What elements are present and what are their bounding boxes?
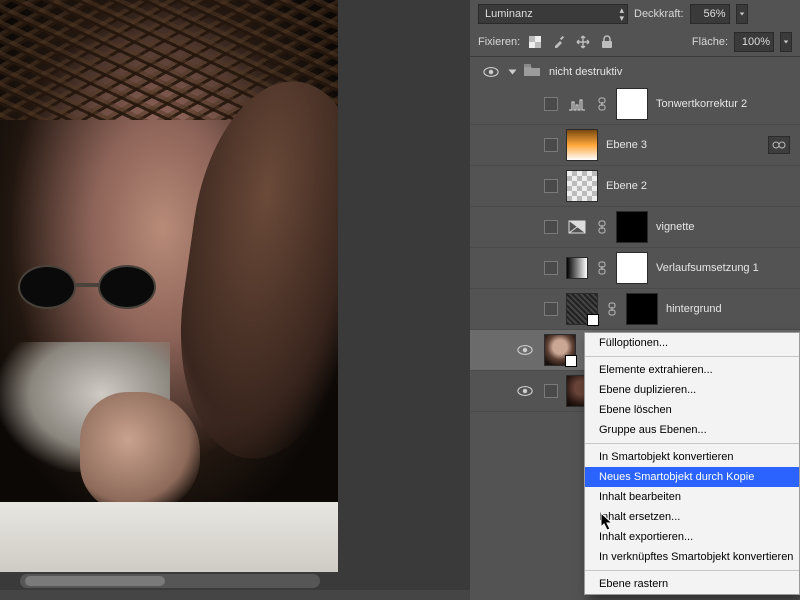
layer-mask-thumbnail[interactable] (626, 293, 658, 325)
visibility-toggle[interactable] (514, 385, 536, 397)
context-menu-item[interactable]: In verknüpftes Smartobjekt konvertieren (585, 547, 799, 567)
layer-name-label[interactable]: Ebene 3 (606, 139, 647, 151)
scrollbar-thumb[interactable] (25, 576, 165, 586)
layer-checkbox[interactable] (544, 179, 558, 193)
group-name[interactable]: nicht destruktiv (549, 66, 622, 78)
layer-row[interactable]: Ebene 3 (470, 125, 800, 166)
document-canvas[interactable] (0, 0, 338, 572)
lock-label: Fixieren: (478, 36, 520, 48)
context-menu-item[interactable]: Inhalt exportieren... (585, 527, 799, 547)
mask-link-icon[interactable] (606, 299, 618, 319)
exposure-icon (566, 218, 588, 236)
lock-transparency-icon[interactable] (526, 34, 544, 50)
layer-context-menu[interactable]: Fülloptionen...Elemente extrahieren...Eb… (584, 332, 800, 595)
layer-checkbox[interactable] (544, 138, 558, 152)
lock-all-icon[interactable] (598, 34, 616, 50)
layer-row[interactable]: vignette (470, 207, 800, 248)
layer-mask-thumbnail[interactable] (616, 252, 648, 284)
folder-icon (523, 63, 541, 80)
layer-name-label[interactable]: vignette (656, 221, 695, 233)
layer-name-label[interactable]: Tonwertkorrektur 2 (656, 98, 747, 110)
layer-thumbnail[interactable] (566, 129, 598, 161)
opacity-label: Deckkraft: (634, 8, 684, 20)
mask-link-icon[interactable] (596, 94, 608, 114)
layer-name-label[interactable]: Verlaufsumsetzung 1 (656, 262, 759, 274)
cursor-icon (600, 512, 614, 535)
layer-row[interactable]: Ebene 2 (470, 166, 800, 207)
context-menu-item[interactable]: In Smartobjekt konvertieren (585, 447, 799, 467)
layer-swatch (566, 257, 588, 279)
opacity-input[interactable] (690, 4, 730, 24)
document-image (0, 0, 338, 572)
layer-thumbnail[interactable] (566, 170, 598, 202)
layer-row[interactable]: Tonwertkorrektur 2 (470, 84, 800, 125)
context-menu-item[interactable]: Inhalt bearbeiten (585, 487, 799, 507)
blend-mode-select[interactable]: Luminanz (478, 4, 628, 24)
context-menu-item[interactable]: Inhalt ersetzen... (585, 507, 799, 527)
context-menu-item[interactable]: Fülloptionen... (585, 333, 799, 353)
fill-input[interactable] (734, 32, 774, 52)
layer-checkbox[interactable] (544, 302, 558, 316)
context-menu-item[interactable]: Ebene duplizieren... (585, 380, 799, 400)
canvas-area (0, 0, 470, 590)
layer-name-label[interactable]: Ebene 2 (606, 180, 647, 192)
curves-icon (566, 95, 588, 113)
mask-link-icon[interactable] (596, 217, 608, 237)
smart-filter-icon[interactable] (768, 136, 790, 154)
layer-row[interactable]: Verlaufsumsetzung 1 (470, 248, 800, 289)
context-menu-item[interactable]: Elemente extrahieren... (585, 360, 799, 380)
lock-move-icon[interactable] (574, 34, 592, 50)
layer-group-header[interactable]: nicht destruktiv (470, 57, 800, 84)
lock-paint-icon[interactable] (550, 34, 568, 50)
mask-link-icon[interactable] (596, 258, 608, 278)
layer-thumbnail[interactable] (566, 293, 598, 325)
layer-row[interactable]: hintergrund (470, 289, 800, 330)
context-menu-item[interactable]: Neues Smartobjekt durch Kopie (585, 467, 799, 487)
layer-name-label[interactable]: hintergrund (666, 303, 722, 315)
layer-checkbox[interactable] (544, 384, 558, 398)
canvas-horizontal-scrollbar[interactable] (20, 574, 320, 588)
layer-checkbox[interactable] (544, 261, 558, 275)
context-menu-item[interactable]: Gruppe aus Ebenen... (585, 420, 799, 440)
layer-thumbnail[interactable] (544, 334, 576, 366)
layer-mask-thumbnail[interactable] (616, 88, 648, 120)
disclosure-triangle-icon[interactable] (509, 69, 517, 74)
opacity-flyout-button[interactable] (736, 4, 748, 24)
layer-checkbox[interactable] (544, 97, 558, 111)
layer-mask-thumbnail[interactable] (616, 211, 648, 243)
fill-flyout-button[interactable] (780, 32, 792, 52)
visibility-toggle[interactable] (514, 344, 536, 356)
context-menu-item[interactable]: Ebene rastern (585, 574, 799, 594)
context-menu-item[interactable]: Ebene löschen (585, 400, 799, 420)
fill-label: Fläche: (692, 36, 728, 48)
visibility-eye-icon[interactable] (483, 66, 499, 78)
layer-checkbox[interactable] (544, 220, 558, 234)
